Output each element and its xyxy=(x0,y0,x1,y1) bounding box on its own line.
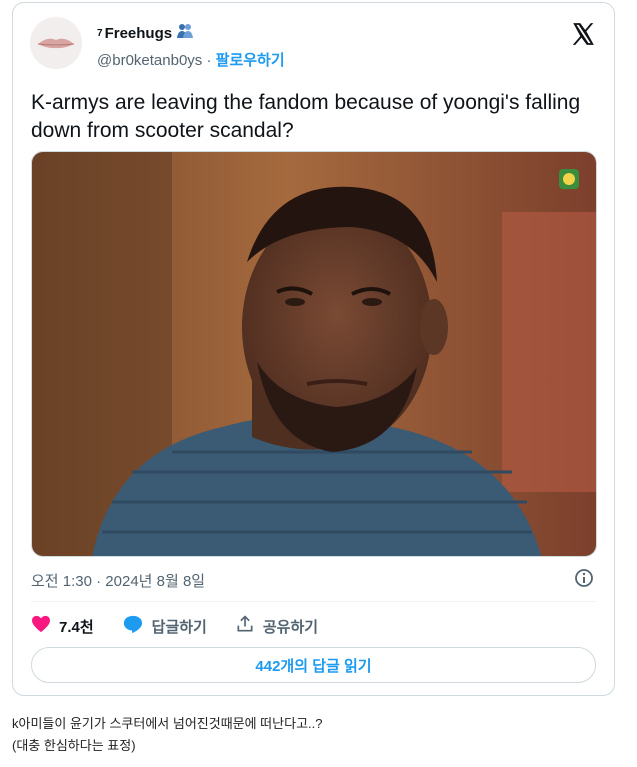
handle[interactable]: @br0ketanb0ys xyxy=(97,52,202,69)
reply-label: 답글하기 xyxy=(151,618,207,636)
share-label: 공유하기 xyxy=(262,618,319,636)
name-prefix: 7 xyxy=(97,27,103,39)
divider xyxy=(31,601,596,602)
tweet-timestamp[interactable]: 오전 1:30 · 2024년 8월 8일 xyxy=(31,570,205,591)
share-icon xyxy=(235,614,255,638)
name-text: Freehugs xyxy=(104,24,173,42)
handle-row: @br0ketanb0ys · 팔로우하기 xyxy=(97,49,285,70)
tweet-text: K-armys are leaving the fandom because o… xyxy=(31,91,581,142)
avatar[interactable] xyxy=(30,17,82,69)
display-name[interactable]: 7 Freehugs xyxy=(97,23,194,43)
info-icon[interactable] xyxy=(574,568,594,588)
reply-button[interactable]: 답글하기 xyxy=(122,614,207,638)
photo-illustration xyxy=(32,152,596,556)
reply-bubble-icon xyxy=(122,614,144,638)
action-bar: 7.4천 답글하기 공유하기 xyxy=(31,614,346,638)
like-count: 7.4천 xyxy=(59,618,94,636)
like-button[interactable]: 7.4천 xyxy=(31,615,94,637)
share-button[interactable]: 공유하기 xyxy=(235,614,318,638)
follow-button[interactable]: 팔로우하기 xyxy=(216,52,285,69)
read-replies-button[interactable]: 442개의 답글 읽기 xyxy=(31,647,596,683)
tweet-image[interactable] xyxy=(31,151,597,557)
caption-line-2: (대충 한심하다는 표정) xyxy=(12,738,136,753)
tweet-card: 7 Freehugs @br0ketanb0ys · 팔로우하기 K-armys… xyxy=(12,2,615,696)
heart-icon xyxy=(31,615,51,637)
caption: k아미들이 윤기가 스쿠터에서 넘어진것때문에 떠난다고..? (대충 한심하다… xyxy=(12,713,322,757)
caption-line-1: k아미들이 윤기가 스쿠터에서 넘어진것때문에 떠난다고..? xyxy=(12,716,323,731)
people-hugging-icon xyxy=(176,23,194,43)
x-logo-icon[interactable] xyxy=(570,21,596,47)
separator: · xyxy=(206,52,212,69)
